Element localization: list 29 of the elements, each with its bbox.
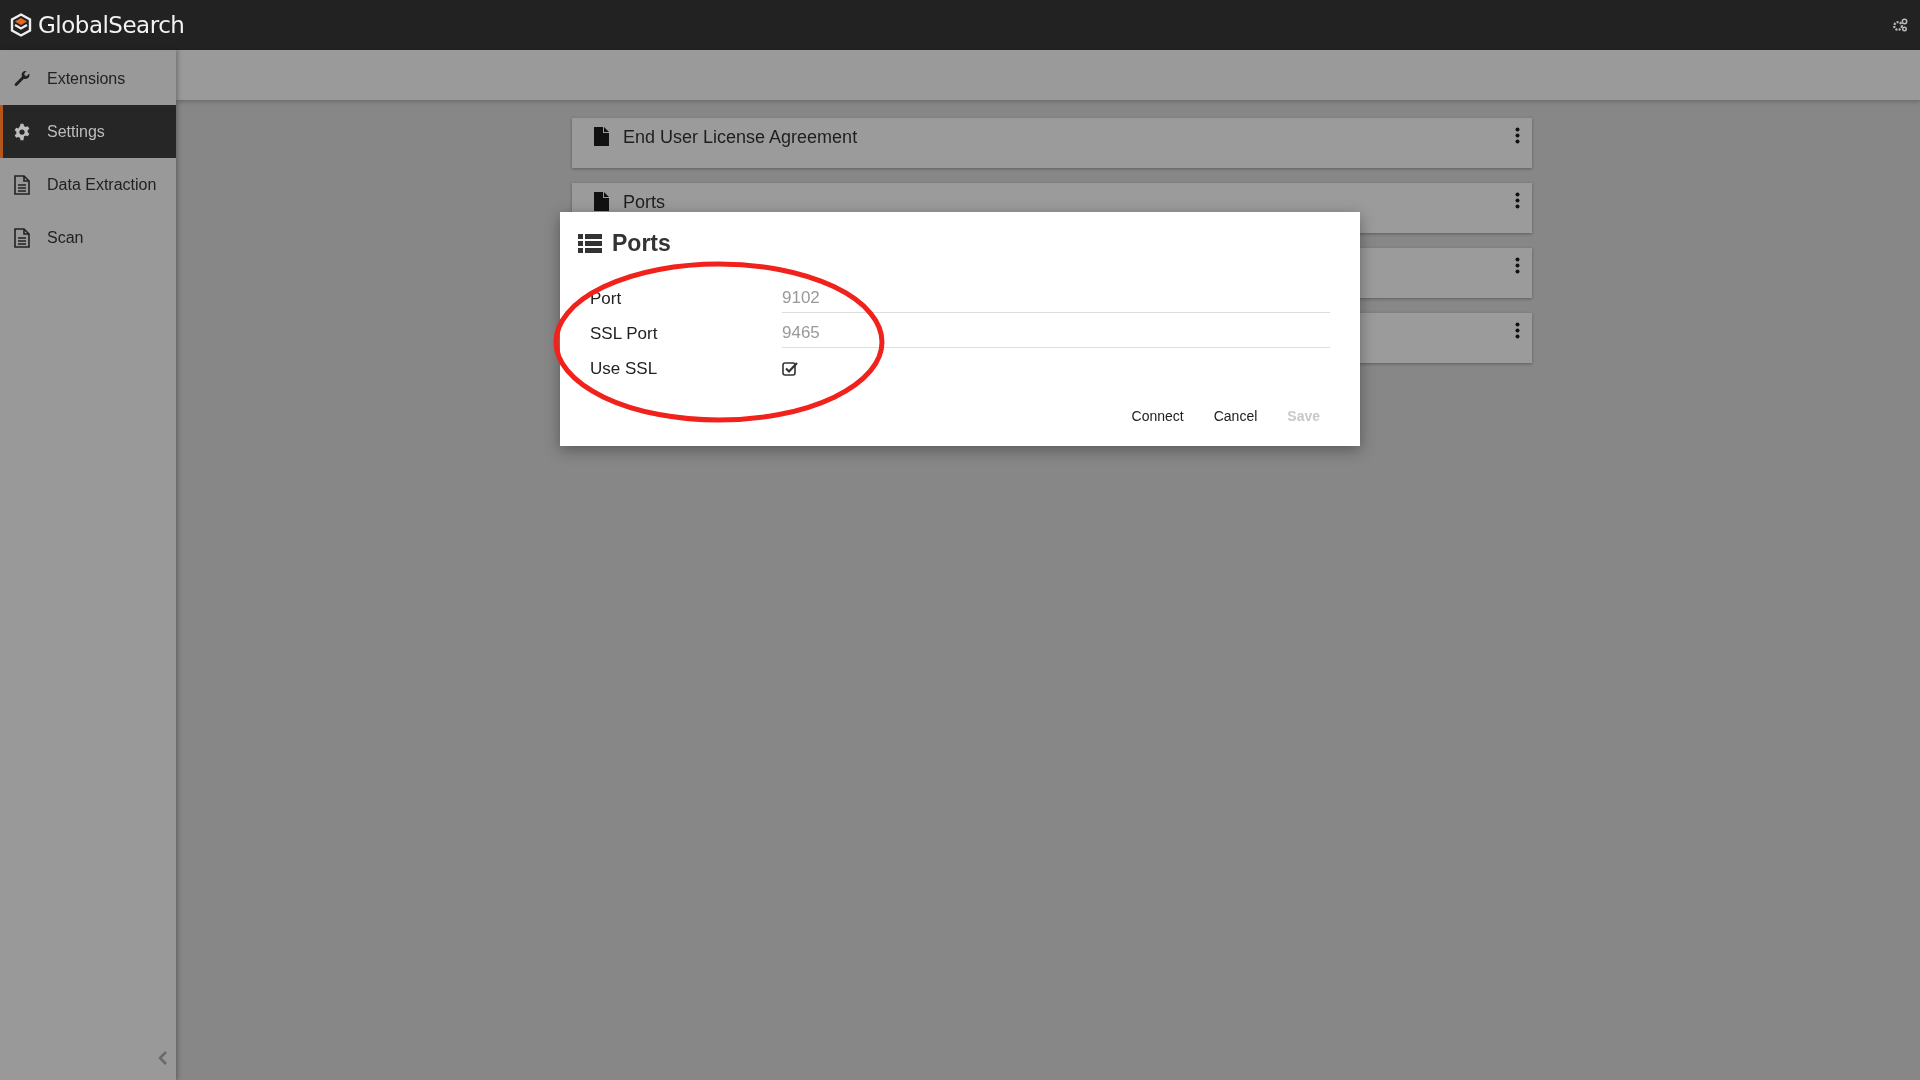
sidebar-item[interactable]: Data Extraction	[0, 158, 176, 211]
file-icon	[594, 127, 609, 146]
more-vertical-icon	[1515, 127, 1520, 144]
wrench-icon	[13, 69, 31, 88]
input-field[interactable]: 9465	[782, 319, 1330, 348]
field-label: SSL Port	[590, 323, 659, 344]
more-vertical-icon	[1515, 257, 1520, 274]
document-icon	[13, 174, 31, 195]
dialog-button[interactable]: Cancel	[1203, 402, 1268, 430]
sidebar-item[interactable]: Extensions	[0, 52, 176, 105]
input-field[interactable]: 9102	[782, 284, 1330, 313]
more-vertical-icon	[1515, 322, 1520, 339]
dialog-title: Ports	[612, 230, 671, 257]
gear-icon	[13, 122, 31, 141]
settings-icon[interactable]	[1892, 18, 1908, 32]
list-icon	[578, 234, 602, 253]
card-title: End User License Agreement	[623, 127, 859, 148]
card-title: Ports	[623, 192, 666, 213]
logo-icon	[10, 13, 32, 37]
document-icon	[13, 227, 31, 248]
more-vertical-icon	[1515, 192, 1520, 209]
sidebar-item[interactable]: Settings	[0, 105, 176, 158]
settings-card[interactable]: End User License Agreement	[572, 118, 1532, 168]
dialog-button[interactable]: Connect	[1121, 402, 1194, 430]
checkbox[interactable]	[782, 360, 798, 377]
field-label: Use SSL	[590, 358, 659, 379]
sidebar-item[interactable]: Scan	[0, 211, 176, 264]
file-icon	[594, 192, 609, 211]
app-title: GlobalSearch	[38, 12, 185, 38]
